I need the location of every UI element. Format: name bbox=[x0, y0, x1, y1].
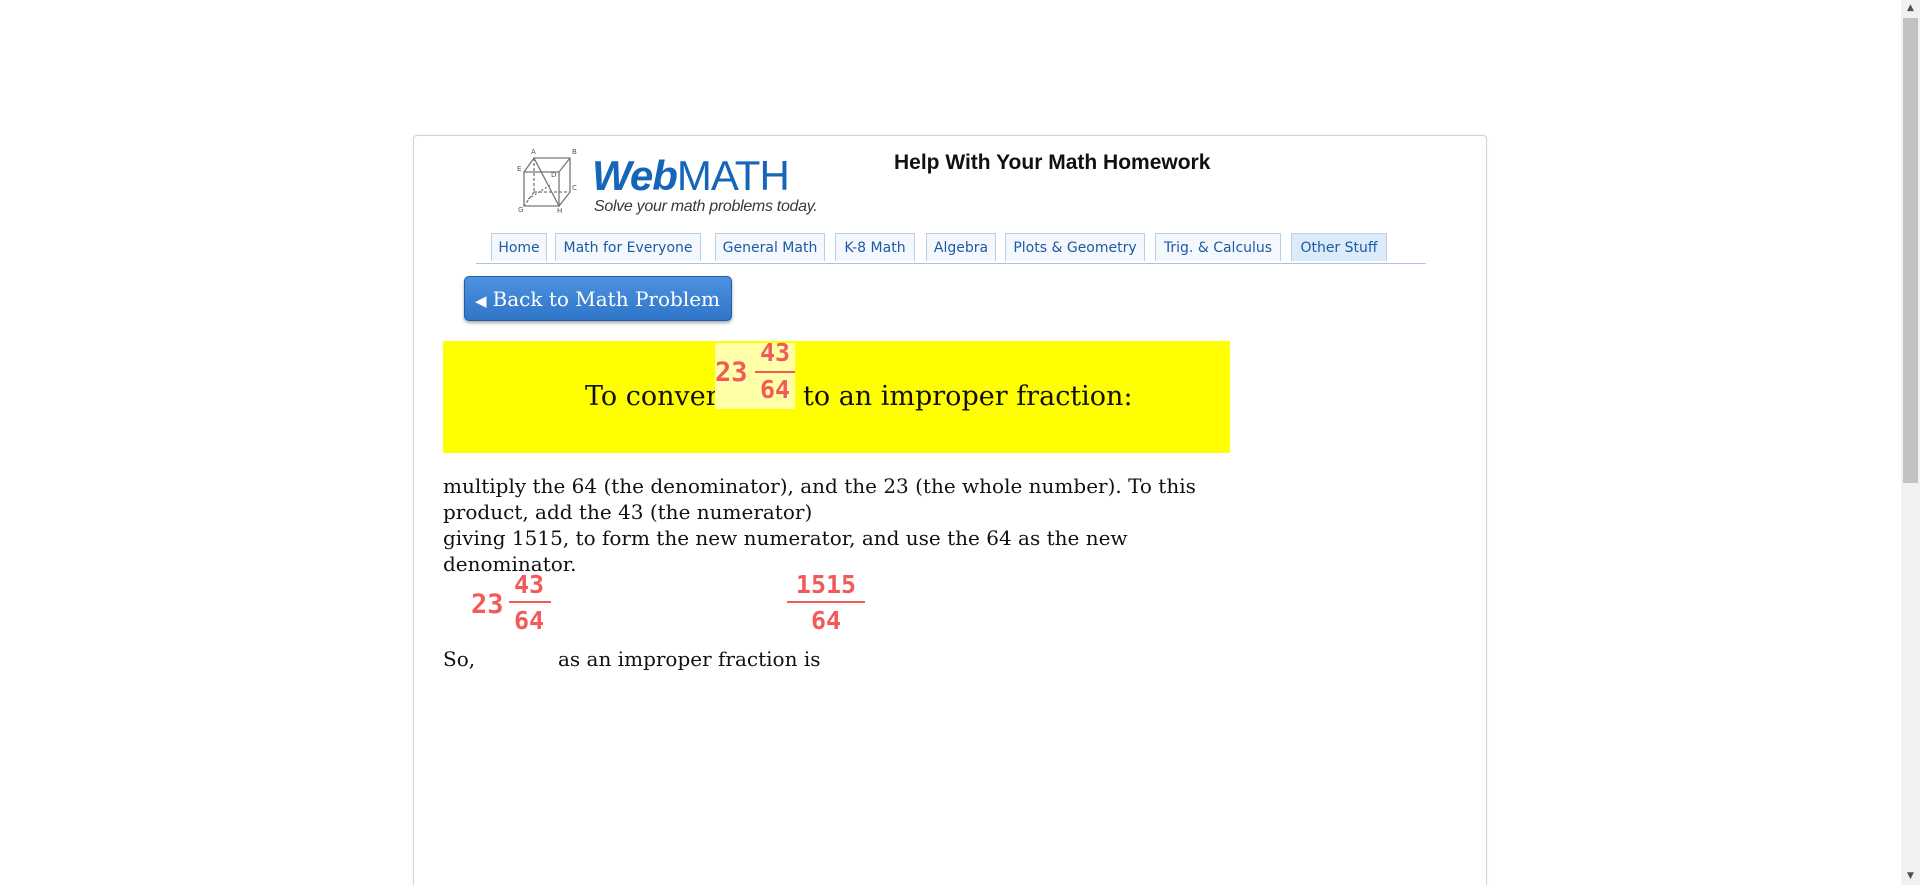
left-arrow-icon: ◀ bbox=[475, 292, 487, 310]
tab-home[interactable]: Home bbox=[491, 233, 547, 261]
tab-other-stuff[interactable]: Other Stuff bbox=[1291, 233, 1387, 261]
webmath-logo[interactable]: A B E C D G H WebMATH Solve your math pr… bbox=[514, 144, 844, 215]
improper-numerator: 1515 bbox=[795, 570, 857, 599]
fraction-bar-3 bbox=[787, 601, 865, 603]
fraction-bar-2 bbox=[509, 601, 551, 603]
svg-text:G: G bbox=[518, 206, 523, 214]
scroll-up-arrow-icon[interactable]: ▲ bbox=[1901, 0, 1920, 17]
tab-math-for-everyone[interactable]: Math for Everyone bbox=[555, 233, 701, 261]
logo-tagline: Solve your math problems today. bbox=[594, 198, 818, 215]
improper-denominator: 64 bbox=[810, 606, 842, 635]
mixed-numerator: 43 bbox=[759, 338, 791, 367]
svg-text:B: B bbox=[572, 148, 577, 156]
vertical-scrollbar[interactable]: ▲ ▼ bbox=[1901, 0, 1920, 885]
page-header-title: Help With Your Math Homework bbox=[894, 151, 1211, 174]
mixed-numerator-2: 43 bbox=[513, 570, 545, 599]
tab-trig-calculus[interactable]: Trig. & Calculus bbox=[1155, 233, 1281, 261]
logo-wordmark: WebMATH bbox=[592, 152, 790, 199]
svg-text:H: H bbox=[557, 207, 562, 214]
page-container: A B E C D G H WebMATH Solve your math pr… bbox=[413, 135, 1487, 885]
tab-general-math[interactable]: General Math bbox=[715, 233, 825, 261]
explanation-text: multiply the 64 (the denominator), and t… bbox=[443, 473, 1243, 577]
scroll-down-arrow-icon[interactable]: ▼ bbox=[1901, 868, 1920, 885]
conclusion-prefix: So, bbox=[443, 647, 476, 671]
conclusion-middle: as an improper fraction is bbox=[558, 647, 821, 671]
improper-fraction-image: 1515 64 bbox=[784, 570, 868, 641]
mixed-number-image-2: 23 43 64 bbox=[471, 570, 553, 641]
mixed-denominator-2: 64 bbox=[513, 606, 545, 635]
mixed-whole-2: 23 bbox=[471, 589, 504, 620]
svg-text:A: A bbox=[531, 148, 536, 156]
intro-prefix-text: To convert bbox=[585, 381, 730, 412]
svg-text:C: C bbox=[572, 184, 577, 192]
mixed-whole: 23 bbox=[715, 357, 748, 388]
svg-text:D: D bbox=[551, 171, 556, 179]
tab-algebra[interactable]: Algebra bbox=[926, 233, 996, 261]
mixed-denominator: 64 bbox=[759, 375, 791, 404]
back-button-label: Back to Math Problem bbox=[492, 287, 721, 311]
tab-k8-math[interactable]: K-8 Math bbox=[835, 233, 915, 261]
intro-suffix-text: to an improper fraction: bbox=[803, 381, 1133, 412]
back-to-math-problem-button[interactable]: ◀ Back to Math Problem bbox=[464, 276, 732, 321]
browser-viewport: A B E C D G H WebMATH Solve your math pr… bbox=[0, 0, 1920, 885]
mixed-number-image: 23 43 64 bbox=[715, 338, 797, 411]
scrollbar-thumb[interactable] bbox=[1903, 18, 1918, 483]
main-nav: Home Math for Everyone General Math K-8 … bbox=[476, 233, 1426, 264]
intro-highlight-box: To convert 23 43 64 to an improper fract… bbox=[443, 338, 1230, 453]
fraction-bar bbox=[755, 371, 795, 373]
conclusion-line: So, 23 43 64 as an improper fraction is … bbox=[443, 570, 1243, 671]
svg-text:E: E bbox=[517, 165, 521, 173]
explanation-line-1: multiply the 64 (the denominator), and t… bbox=[443, 474, 1196, 524]
tab-plots-geometry[interactable]: Plots & Geometry bbox=[1005, 233, 1145, 261]
cube-icon: A B E C D G H bbox=[517, 148, 577, 214]
